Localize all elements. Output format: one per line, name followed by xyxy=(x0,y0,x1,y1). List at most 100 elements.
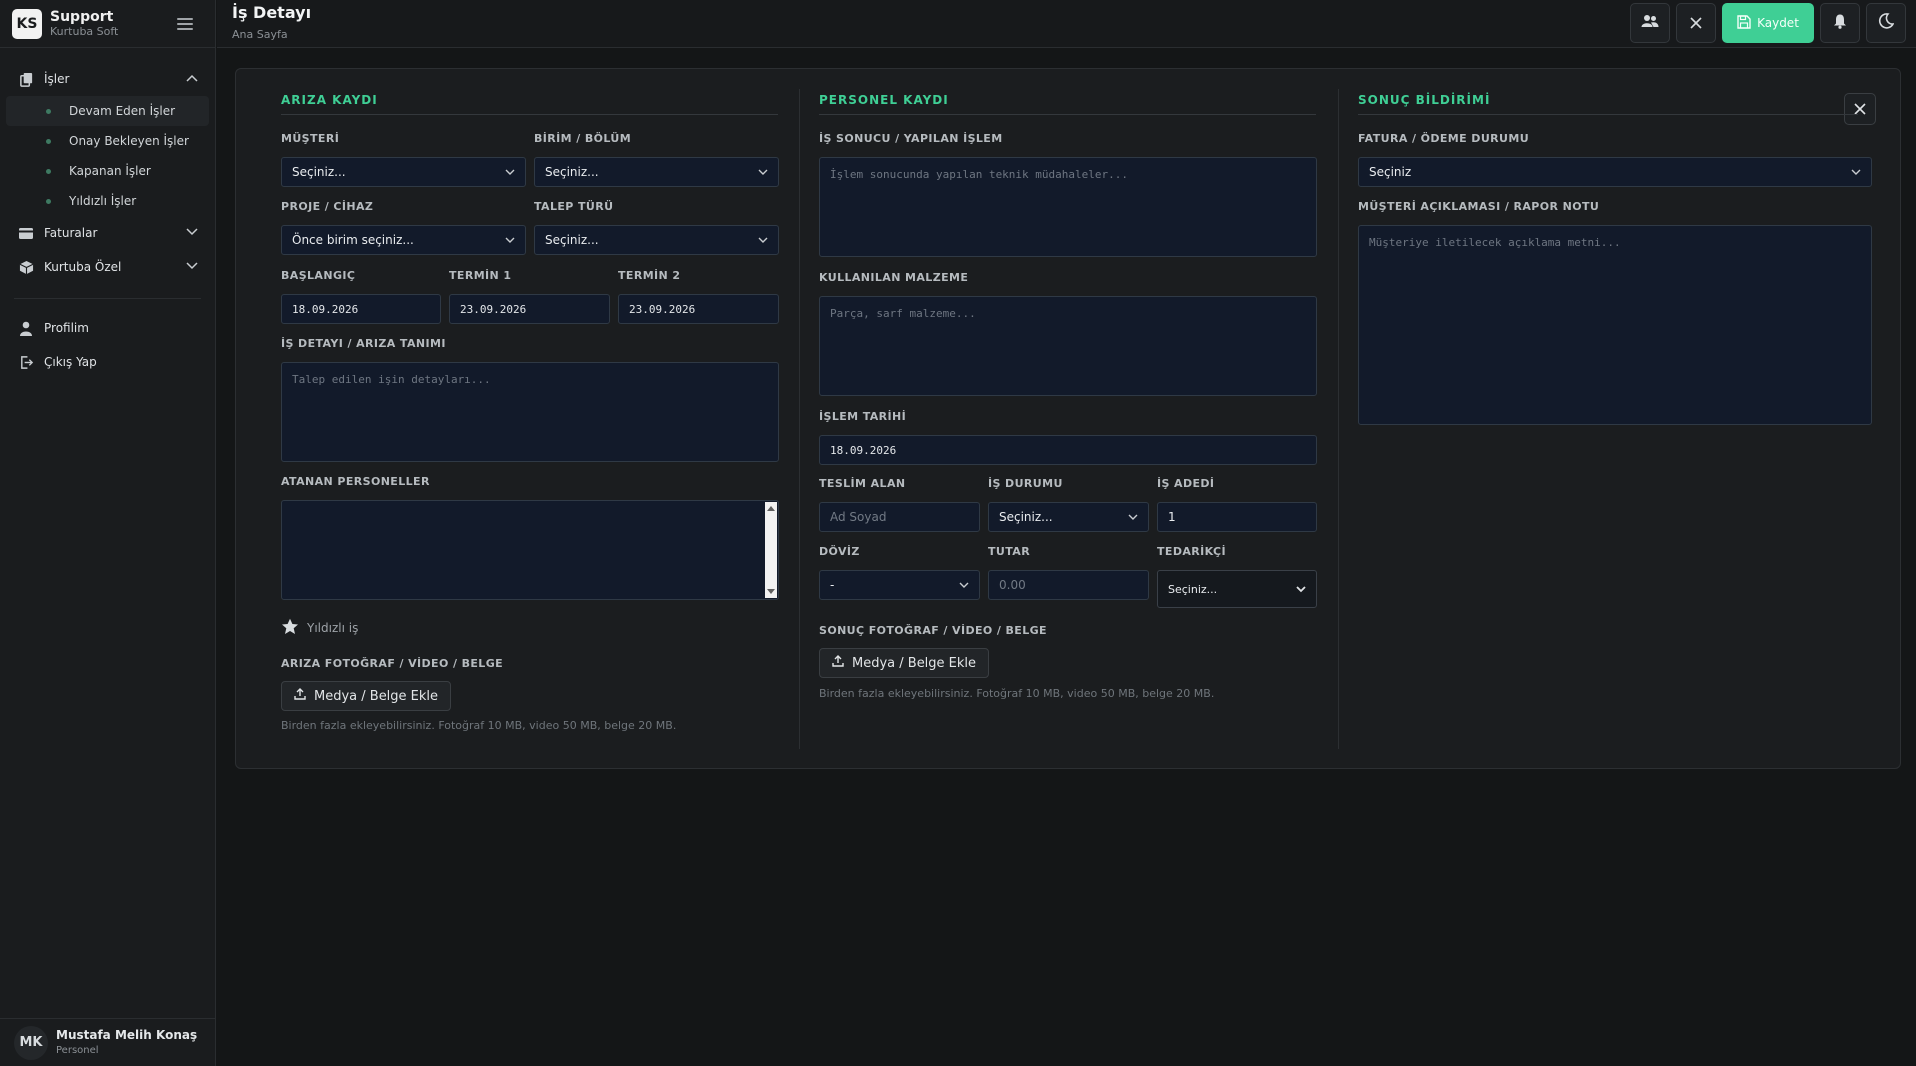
sidebar-item-kapanan[interactable]: Kapanan İşler xyxy=(6,156,209,186)
chevron-down-icon xyxy=(505,233,515,247)
dark-mode-toggle[interactable] xyxy=(1866,3,1906,43)
adet-label: İŞ ADEDİ xyxy=(1157,477,1215,490)
menu-toggle-icon[interactable] xyxy=(177,17,193,30)
section-divider xyxy=(1358,114,1858,115)
tutar-label: TUTAR xyxy=(988,545,1031,558)
sidebar-item-yildizli[interactable]: Yıldızlı İşler xyxy=(6,186,209,216)
bullet-icon xyxy=(46,108,51,114)
star-icon xyxy=(281,618,299,638)
close-icon xyxy=(1690,14,1702,33)
sidebar-group-isler[interactable]: İşler xyxy=(0,62,215,96)
baslangic-label: BAŞLANGIÇ xyxy=(281,269,356,282)
talep-select[interactable]: Seçiniz... xyxy=(534,225,779,255)
islem-tarihi-input[interactable]: 18.09.2026 xyxy=(819,435,1317,465)
sidebar-divider xyxy=(14,298,201,299)
sidebar-nav: İşler Devam Eden İşler Onay Bekleyen İşl… xyxy=(0,48,215,379)
termin1-label: TERMİN 1 xyxy=(449,269,512,282)
brand-logo: KS xyxy=(12,8,42,39)
upload-icon xyxy=(294,688,306,704)
doviz-select[interactable]: - xyxy=(819,570,980,600)
job-detail-card: ARIZA KAYDI MÜŞTERİ Seçiniz... BİRİM / B… xyxy=(235,68,1901,769)
bullet-icon xyxy=(46,198,51,204)
sonuc-media-upload-button[interactable]: Medya / Belge Ekle xyxy=(819,648,990,678)
teslim-alan-input[interactable]: Ad Soyad xyxy=(819,502,980,532)
sidebar-item-profilim[interactable]: Profilim xyxy=(0,311,215,345)
credit-card-icon xyxy=(18,225,34,241)
baslangic-date-input[interactable]: 18.09.2026 xyxy=(281,294,441,324)
teslim-label: TESLİM ALAN xyxy=(819,477,906,490)
brand-title: Support xyxy=(50,9,114,25)
close-button[interactable] xyxy=(1676,3,1716,43)
termin2-label: TERMİN 2 xyxy=(618,269,681,282)
bullet-icon xyxy=(46,168,51,174)
section-divider xyxy=(281,114,778,115)
card-close-button[interactable] xyxy=(1844,93,1876,125)
tedarikci-label: TEDARİKÇİ xyxy=(1157,545,1227,558)
fatura-select[interactable]: Seçiniz xyxy=(1358,157,1872,187)
yildizli-toggle[interactable]: Yıldızlı iş xyxy=(281,618,358,638)
ariza-media-upload-button[interactable]: Medya / Belge Ekle xyxy=(281,681,452,711)
box-icon xyxy=(18,259,34,275)
malzeme-textarea[interactable]: Parça, sarf malzeme... xyxy=(819,296,1317,396)
chevron-down-icon xyxy=(185,260,199,274)
atanan-personeller-list[interactable] xyxy=(281,500,779,600)
ariza-foto-label: ARIZA FOTOĞRAF / VİDEO / BELGE xyxy=(281,657,504,670)
user-icon xyxy=(18,320,34,336)
proje-select[interactable]: Önce birim seçiniz... xyxy=(281,225,526,255)
sidebar-item-cikis[interactable]: Çıkış Yap xyxy=(0,345,215,379)
tedarikci-select[interactable]: Seçiniz... xyxy=(1157,570,1317,608)
chevron-down-icon xyxy=(758,165,768,179)
is-durumu-select[interactable]: Seçiniz... xyxy=(988,502,1149,532)
bullet-icon xyxy=(46,138,51,144)
users-icon xyxy=(1641,13,1659,33)
top-header: İş Detayı Ana Sayfa Kaydet xyxy=(217,0,1916,48)
termin1-date-input[interactable]: 23.09.2026 xyxy=(449,294,610,324)
is-adedi-input[interactable]: 1 xyxy=(1157,502,1317,532)
sidebar-group-label: Kurtuba Özel xyxy=(44,260,122,274)
section-title-sonuc: SONUÇ BİLDİRİMİ xyxy=(1358,93,1491,107)
musteri-select[interactable]: Seçiniz... xyxy=(281,157,526,187)
avatar: MK xyxy=(14,1025,48,1060)
aciklama-label: MÜŞTERİ AÇIKLAMASI / RAPOR NOTU xyxy=(1358,200,1600,213)
tutar-input[interactable]: 0.00 xyxy=(988,570,1149,600)
list-scrollbar[interactable] xyxy=(765,502,777,598)
birim-select[interactable]: Seçiniz... xyxy=(534,157,779,187)
scroll-up-icon[interactable] xyxy=(767,506,775,511)
detay-label: İŞ DETAYI / ARIZA TANIMI xyxy=(281,337,446,350)
bell-icon xyxy=(1833,13,1847,33)
chevron-down-icon xyxy=(758,233,768,247)
sonuc-upload-note: Birden fazla ekleyebilirsiniz. Fotoğraf … xyxy=(819,687,1215,700)
column-divider xyxy=(1338,89,1339,749)
page-title: İş Detayı xyxy=(232,3,312,22)
chevron-down-icon xyxy=(1296,583,1306,596)
ariza-upload-note: Birden fazla ekleyebilirsiniz. Fotoğraf … xyxy=(281,719,677,732)
chevron-down-icon xyxy=(185,226,199,240)
chevron-down-icon xyxy=(505,165,515,179)
notifications-button[interactable] xyxy=(1820,3,1860,43)
chevron-down-icon xyxy=(1851,165,1861,179)
chevron-up-icon xyxy=(185,72,199,86)
column-divider xyxy=(799,89,800,749)
detay-textarea[interactable]: Talep edilen işin detayları... xyxy=(281,362,779,462)
sidebar-group-faturalar[interactable]: Faturalar xyxy=(0,216,215,250)
user-panel[interactable]: MK Mustafa Melih Konaş Personel xyxy=(0,1018,216,1066)
sidebar-group-kurtuba-ozel[interactable]: Kurtuba Özel xyxy=(0,250,215,284)
aciklama-textarea[interactable]: Müşteriye iletilecek açıklama metni... xyxy=(1358,225,1872,425)
durum-label: İŞ DURUMU xyxy=(988,477,1063,490)
islem-tarihi-label: İŞLEM TARİHİ xyxy=(819,410,907,423)
users-button[interactable] xyxy=(1630,3,1670,43)
sidebar-item-devam-eden[interactable]: Devam Eden İşler xyxy=(6,96,209,126)
doviz-label: DÖVİZ xyxy=(819,545,860,558)
termin2-date-input[interactable]: 23.09.2026 xyxy=(618,294,779,324)
sidebar-item-onay-bekleyen[interactable]: Onay Bekleyen İşler xyxy=(6,126,209,156)
malzeme-label: KULLANILAN MALZEME xyxy=(819,271,969,284)
save-button[interactable]: Kaydet xyxy=(1722,3,1814,43)
sonuc-textarea[interactable]: İşlem sonucunda yapılan teknik müdahalel… xyxy=(819,157,1317,257)
musteri-label: MÜŞTERİ xyxy=(281,132,340,145)
proje-label: PROJE / CİHAZ xyxy=(281,200,374,213)
section-divider xyxy=(819,114,1316,115)
breadcrumb[interactable]: Ana Sayfa xyxy=(232,28,288,41)
brand-subtitle: Kurtuba Soft xyxy=(50,25,119,38)
scroll-down-icon[interactable] xyxy=(767,589,775,594)
close-icon xyxy=(1854,100,1866,119)
